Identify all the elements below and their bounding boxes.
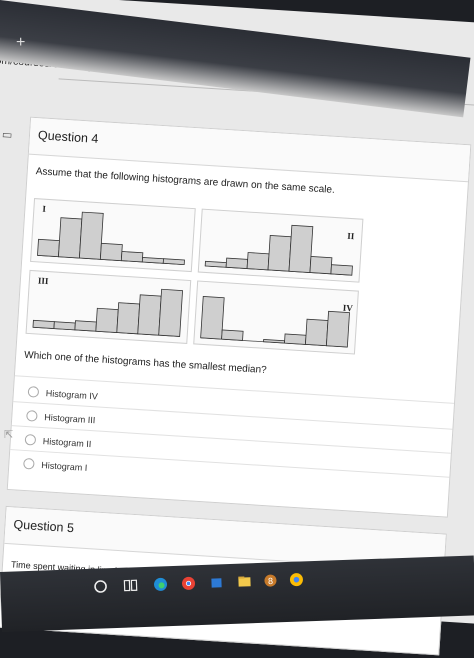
option-label: Histogram I	[41, 459, 88, 473]
histogram-bar	[120, 251, 144, 263]
radio-icon[interactable]	[27, 386, 40, 398]
question-4-title: Question 4	[37, 128, 99, 146]
histogram-4: IV	[193, 280, 359, 355]
store-icon[interactable]	[208, 574, 225, 591]
radio-icon[interactable]	[24, 433, 37, 446]
histogram-bar	[225, 257, 249, 269]
histogram-bar	[309, 256, 333, 275]
radio-icon[interactable]	[26, 410, 38, 422]
edge-icon[interactable]	[152, 576, 169, 593]
histogram-bar	[158, 288, 183, 337]
flag-icon[interactable]: ▭	[2, 128, 13, 142]
histogram-1: I	[30, 198, 196, 273]
histogram-bar	[141, 256, 164, 264]
option-histogram-iv[interactable]: Histogram IV	[27, 386, 99, 401]
new-tab-button[interactable]: +	[16, 34, 25, 52]
histogram-label: IV	[342, 303, 353, 314]
question-4-card: ▭ Question 4 Assume that the following h…	[2, 116, 472, 518]
histogram-bar	[78, 211, 104, 260]
badge-icon[interactable]: 8	[262, 572, 279, 589]
histogram-bar	[162, 258, 185, 266]
question-4-stem: Which one of the histograms has the smal…	[23, 349, 267, 376]
chrome-icon[interactable]	[180, 575, 197, 592]
histogram-bar	[37, 238, 60, 258]
histogram-bar	[330, 264, 353, 276]
option-label: Histogram IV	[45, 387, 99, 401]
histogram-bar	[116, 302, 141, 335]
histogram-bar	[95, 307, 119, 333]
histogram-label: III	[38, 275, 50, 286]
histogram-bar	[325, 310, 350, 348]
option-label: Histogram III	[44, 411, 96, 425]
histogram-bar	[204, 260, 227, 268]
histogram-1-plot: I	[37, 204, 185, 266]
cortana-icon[interactable]	[92, 578, 109, 595]
histogram-label: I	[42, 204, 47, 214]
option-label: Histogram II	[42, 435, 92, 449]
histogram-3: III	[25, 269, 192, 344]
option-histogram-ii[interactable]: Histogram II	[24, 433, 92, 449]
badge-count: 8	[268, 576, 273, 586]
histogram-4-plot: IV	[200, 296, 354, 348]
histogram-bar	[58, 217, 83, 259]
histogram-bar	[288, 224, 314, 273]
histogram-bar	[99, 242, 123, 262]
histogram-bar	[32, 319, 55, 329]
histogram-bar	[267, 235, 292, 272]
question-5-title: Question 5	[13, 517, 75, 536]
histogram-bar	[200, 296, 225, 340]
histogram-bar	[74, 320, 97, 332]
histogram-bar	[246, 252, 270, 271]
task-view-icon[interactable]	[122, 577, 139, 594]
histogram-bar	[284, 333, 307, 345]
chrome-app-icon[interactable]	[288, 571, 305, 588]
histogram-bar	[263, 339, 286, 344]
histogram-bar	[137, 294, 162, 336]
option-histogram-i[interactable]: Histogram I	[23, 457, 88, 473]
option-histogram-iii[interactable]: Histogram III	[26, 410, 96, 425]
histogram-2: II	[197, 208, 364, 283]
histogram-3-plot: III	[32, 275, 183, 337]
histogram-bar	[53, 321, 76, 331]
histogram-bar	[305, 318, 329, 347]
histogram-bar	[221, 329, 244, 341]
histogram-label: II	[347, 231, 355, 241]
mouse-cursor-icon: ⇱	[4, 429, 14, 441]
files-icon[interactable]	[236, 573, 253, 590]
radio-icon[interactable]	[23, 457, 35, 470]
histogram-2-plot: II	[204, 224, 355, 276]
